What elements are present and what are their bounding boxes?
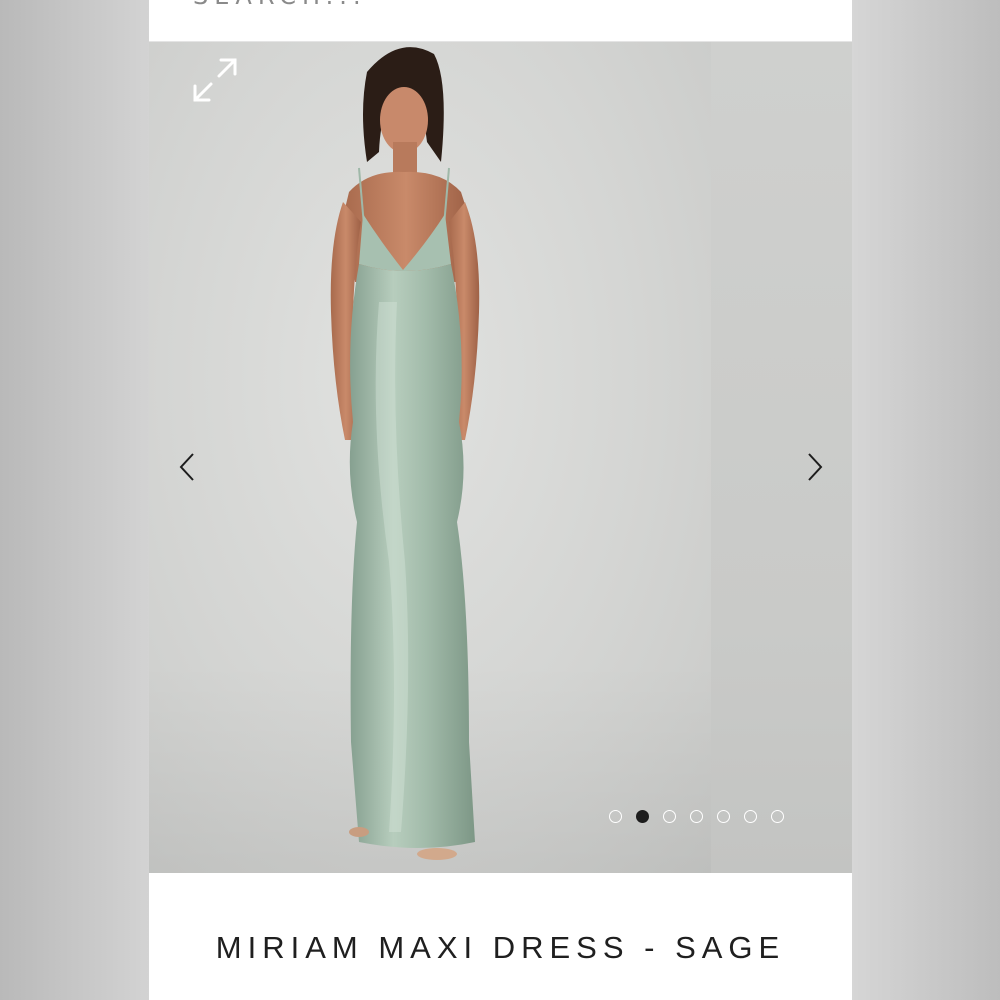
search-placeholder[interactable]: SEARCH... <box>193 0 367 10</box>
next-image-button[interactable] <box>795 442 835 492</box>
product-title: MIRIAM MAXI DRESS - SAGE <box>215 930 786 965</box>
carousel-dot[interactable] <box>717 810 730 823</box>
product-image-gallery[interactable] <box>149 42 852 873</box>
product-photo <box>330 47 480 860</box>
prev-image-button[interactable] <box>167 442 207 492</box>
carousel-dot[interactable] <box>771 810 784 823</box>
product-page: SEARCH... <box>149 0 852 1000</box>
product-info: MIRIAM MAXI DRESS - SAGE <box>149 873 852 1000</box>
chevron-left-icon <box>179 453 194 481</box>
carousel-dot[interactable] <box>609 810 622 823</box>
carousel-dot[interactable] <box>663 810 676 823</box>
carousel-dot-active[interactable] <box>636 810 649 823</box>
search-bar[interactable]: SEARCH... <box>149 0 852 42</box>
product-image-main[interactable] <box>149 42 711 873</box>
carousel-pagination <box>609 810 784 823</box>
chevron-right-icon <box>808 453 823 481</box>
carousel-dot[interactable] <box>690 810 703 823</box>
expand-button[interactable] <box>187 52 243 108</box>
expand-icon <box>193 58 237 102</box>
carousel-dot[interactable] <box>744 810 757 823</box>
